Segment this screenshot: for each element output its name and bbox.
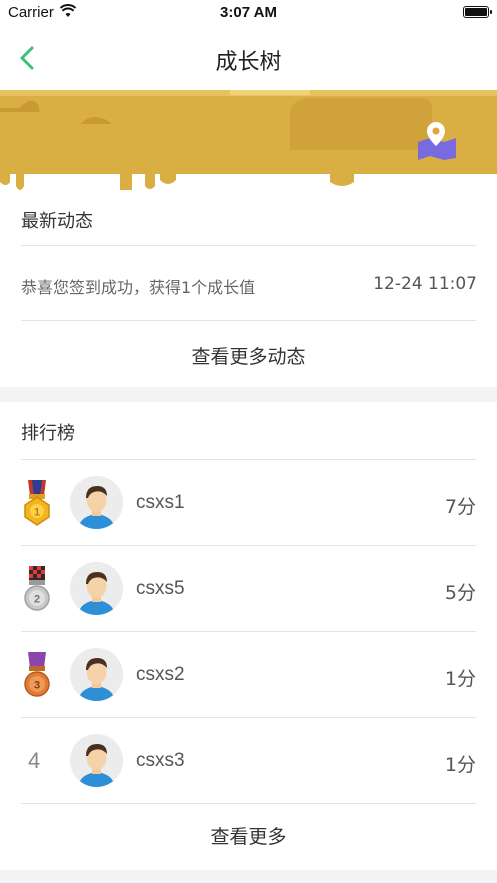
view-more-ranking-button[interactable]: 查看更多 bbox=[0, 822, 497, 849]
silver-medal-icon: 2 bbox=[24, 566, 50, 611]
view-more-news-button[interactable]: 查看更多动态 bbox=[0, 342, 497, 369]
avatar bbox=[70, 476, 123, 529]
user-name: csxs3 bbox=[136, 750, 185, 771]
ranking-row[interactable]: 3 csxs2 1分 bbox=[0, 632, 497, 718]
svg-text:1: 1 bbox=[34, 507, 40, 519]
svg-text:2: 2 bbox=[34, 594, 40, 606]
news-item-text: 恭喜您签到成功，获得1个成长值 bbox=[21, 278, 256, 297]
user-score: 1分 bbox=[444, 754, 476, 776]
news-item-time: 12-24 11:07 bbox=[373, 274, 477, 294]
news-section-title: 最新动态 bbox=[21, 211, 93, 232]
avatar bbox=[70, 648, 123, 701]
news-card: 最新动态 恭喜您签到成功，获得1个成长值 12-24 11:07 查看更多动态 bbox=[0, 190, 497, 387]
avatar bbox=[70, 734, 123, 787]
user-name: csxs1 bbox=[136, 492, 185, 513]
user-score: 1分 bbox=[444, 668, 476, 690]
divider bbox=[21, 803, 476, 804]
status-bar: Carrier 3:07 AM bbox=[0, 0, 497, 26]
user-score: 5分 bbox=[444, 582, 476, 604]
user-score: 7分 bbox=[444, 496, 476, 518]
ranking-section-title: 排行榜 bbox=[21, 423, 75, 444]
nav-bar: 成长树 bbox=[0, 26, 497, 90]
user-name: csxs2 bbox=[136, 664, 185, 685]
map-pin-icon[interactable] bbox=[416, 120, 458, 160]
ranking-row[interactable]: 1 csxs1 7分 bbox=[0, 460, 497, 546]
divider bbox=[21, 320, 476, 321]
divider bbox=[21, 245, 476, 246]
ranking-card: 排行榜 1 csxs1 7分 2 csxs5 5分 3 csxs2 1分 4 c… bbox=[0, 402, 497, 870]
battery-icon bbox=[463, 6, 492, 18]
user-name: csxs5 bbox=[136, 578, 185, 599]
page-title: 成长树 bbox=[215, 50, 282, 75]
bronze-medal-icon: 3 bbox=[24, 652, 50, 697]
svg-text:3: 3 bbox=[34, 680, 40, 692]
rank-number: 4 bbox=[28, 748, 41, 773]
avatar bbox=[70, 562, 123, 615]
status-time: 3:07 AM bbox=[220, 4, 277, 21]
ranking-row[interactable]: 4 csxs3 1分 bbox=[0, 718, 497, 804]
gold-medal-icon: 1 bbox=[24, 480, 50, 526]
ranking-row[interactable]: 2 csxs5 5分 bbox=[0, 546, 497, 632]
